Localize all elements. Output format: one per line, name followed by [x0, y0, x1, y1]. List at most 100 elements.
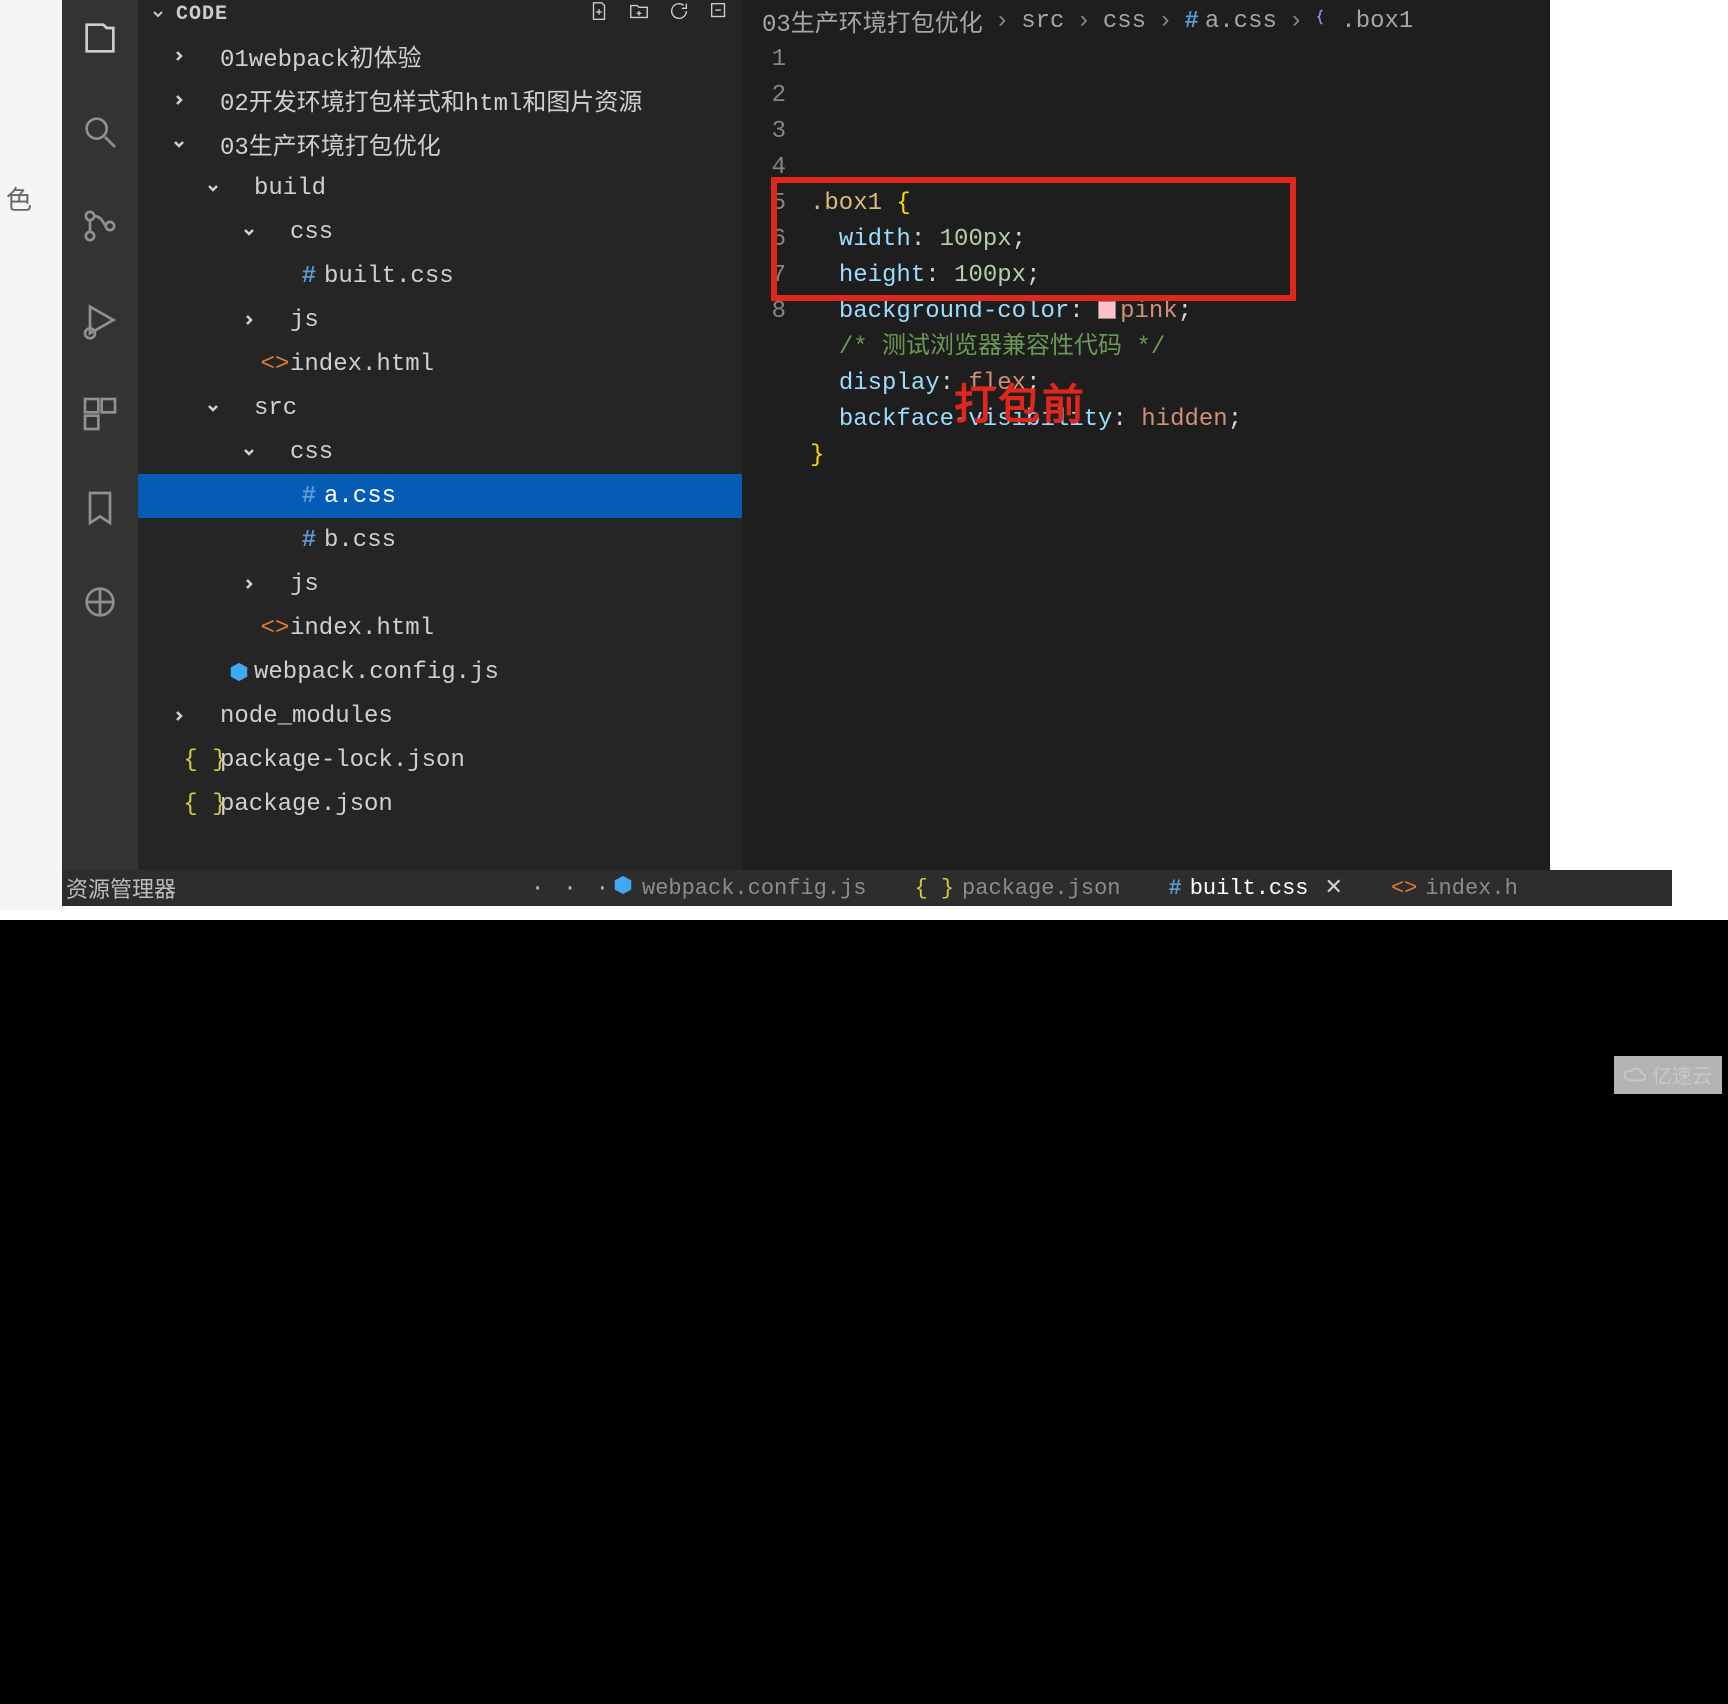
breadcrumb-sep: ›: [1158, 8, 1172, 35]
breadcrumb-item[interactable]: 03生产环境打包优化: [762, 3, 983, 39]
tab-index-html[interactable]: <>index.h: [1391, 876, 1518, 901]
folder-03[interactable]: 03生产环境打包优化: [138, 122, 742, 166]
file-build-index[interactable]: <>index.html: [138, 342, 742, 386]
chevron-right-icon: [168, 708, 190, 724]
line-number: 4: [742, 150, 786, 186]
file-icon: #: [294, 527, 324, 554]
tree-label: build: [254, 175, 326, 202]
folder-node-modules[interactable]: node_modules: [138, 694, 742, 738]
tree-label: built.css: [324, 263, 454, 290]
code-line[interactable]: display: flex;: [810, 366, 1550, 402]
bookmark-icon[interactable]: [80, 488, 120, 528]
line-number: 1: [742, 42, 786, 78]
tree-label: package.json: [220, 791, 393, 818]
tree-label: css: [290, 439, 333, 466]
gutter: 12345678: [742, 42, 806, 474]
tree-label: b.css: [324, 527, 396, 554]
file-b-css[interactable]: #b.css: [138, 518, 742, 562]
tree-label: 01webpack初体验: [220, 38, 422, 74]
code-line[interactable]: .box1 {: [810, 186, 1550, 222]
chevron-down-icon: [168, 136, 190, 152]
file-package-json[interactable]: { }package.json: [138, 782, 742, 826]
code-line[interactable]: background-color: pink;: [810, 294, 1550, 330]
line-number: 7: [742, 258, 786, 294]
file-built-css[interactable]: #built.css: [138, 254, 742, 298]
new-file-icon[interactable]: [588, 0, 610, 29]
tree-label: webpack.config.js: [254, 659, 499, 686]
code-line[interactable]: }: [810, 438, 1550, 474]
file-icon: <>: [260, 615, 290, 642]
line-number: 2: [742, 78, 786, 114]
folder-02[interactable]: 02开发环境打包样式和html和图片资源: [138, 78, 742, 122]
tree-label: a.css: [324, 483, 396, 510]
code-line[interactable]: backface-visibility: hidden;: [810, 402, 1550, 438]
new-folder-icon[interactable]: [628, 0, 650, 29]
folder-build-js[interactable]: js: [138, 298, 742, 342]
breadcrumb-item[interactable]: .box1: [1315, 7, 1413, 35]
extensions-icon[interactable]: [80, 394, 120, 434]
folder-src-js[interactable]: js: [138, 562, 742, 606]
color-swatch: [1098, 301, 1116, 319]
tab-built-css[interactable]: #built.css✕: [1168, 875, 1342, 901]
tree-label: js: [290, 307, 319, 334]
annotation-label: 打包前: [954, 390, 1086, 426]
source-control-icon[interactable]: [80, 206, 120, 246]
tree-label: css: [290, 219, 333, 246]
file-package-lock[interactable]: { }package-lock.json: [138, 738, 742, 782]
file-icon: <>: [260, 351, 290, 378]
breadcrumb-item[interactable]: css: [1103, 8, 1146, 35]
breadcrumb-sep: ›: [995, 8, 1009, 35]
breadcrumb-sep: ›: [1289, 8, 1303, 35]
file-a-css[interactable]: #a.css: [138, 474, 742, 518]
refresh-icon[interactable]: [668, 0, 690, 29]
left-strip-label: 色: [6, 180, 32, 217]
chevron-down-icon: [202, 180, 224, 196]
tab-package[interactable]: { }package.json: [914, 876, 1120, 901]
breadcrumb-item[interactable]: #a.css: [1184, 8, 1276, 35]
tree-label: src: [254, 395, 297, 422]
search-icon[interactable]: [80, 112, 120, 152]
line-number: 3: [742, 114, 786, 150]
file-tree: 01webpack初体验 02开发环境打包样式和html和图片资源 03生产环境打包…: [138, 28, 742, 826]
tree-label: index.html: [290, 615, 434, 642]
collapse-all-icon[interactable]: [708, 0, 730, 29]
file-webpack-config[interactable]: webpack.config.js: [138, 650, 742, 694]
explorer-icon[interactable]: [80, 18, 120, 58]
close-icon[interactable]: ✕: [1325, 875, 1343, 901]
activity-bar: [62, 0, 138, 880]
line-number: 8: [742, 294, 786, 330]
file-src-index[interactable]: <>index.html: [138, 606, 742, 650]
code-line[interactable]: width: 100px;: [810, 222, 1550, 258]
chevron-right-icon: [238, 576, 260, 592]
file-icon: #: [294, 483, 324, 510]
folder-src-css[interactable]: css: [138, 430, 742, 474]
breadcrumbs[interactable]: 03生产环境打包优化 › src › css › #a.css › .box1: [742, 0, 1550, 36]
watermark: 亿速云: [1614, 1056, 1722, 1094]
vscode-window: CODE 01webpack初体验02开发环境打包样式和html和图片资源03生…: [62, 0, 1550, 880]
chevron-down-icon: [238, 224, 260, 240]
code-line[interactable]: /* 测试浏览器兼容性代码 */: [810, 330, 1550, 366]
code[interactable]: 打包前 .box1 { width: 100px; height: 100px;…: [806, 42, 1550, 474]
breadcrumb-sep: ›: [1076, 8, 1090, 35]
more-icon[interactable]: · · ·: [531, 876, 612, 901]
sidebar-title: CODE: [176, 3, 578, 26]
code-line[interactable]: height: 100px;: [810, 258, 1550, 294]
bottom-tab-strip: 资源管理器 · · · webpack.config.js{ }package.…: [62, 870, 1672, 906]
folder-01[interactable]: 01webpack初体验: [138, 34, 742, 78]
cloud-icon[interactable]: [80, 582, 120, 622]
chevron-down-icon: [238, 444, 260, 460]
debug-icon[interactable]: [80, 300, 120, 340]
tree-label: 03生产环境打包优化: [220, 126, 441, 162]
folder-src[interactable]: src: [138, 386, 742, 430]
explorer-sidebar: CODE 01webpack初体验 02开发环境打包样式和html和图片资源 03生…: [138, 0, 742, 880]
chevron-right-icon: [168, 92, 190, 108]
breadcrumb-item[interactable]: src: [1021, 8, 1064, 35]
file-icon: { }: [190, 747, 220, 774]
chevron-right-icon: [238, 312, 260, 328]
folder-build-css[interactable]: css: [138, 210, 742, 254]
folder-build[interactable]: build: [138, 166, 742, 210]
tab-webpack[interactable]: webpack.config.js: [612, 874, 866, 903]
tree-label: index.html: [290, 351, 434, 378]
chevron-down-icon: [202, 400, 224, 416]
editor-pane: 03生产环境打包优化 › src › css › #a.css › .box1 12345678…: [742, 0, 1550, 880]
